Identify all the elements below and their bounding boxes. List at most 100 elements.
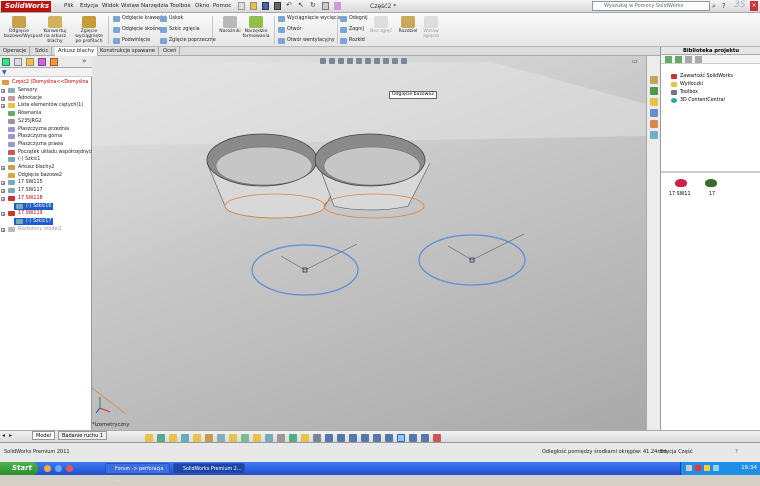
section-view-icon[interactable] bbox=[347, 58, 353, 64]
feature-tree-item[interactable]: Arkusz blachy2 bbox=[6, 164, 54, 171]
view-tool-icon[interactable] bbox=[373, 434, 381, 442]
view-tool-icon[interactable] bbox=[301, 434, 309, 442]
zoom-area-icon[interactable] bbox=[329, 58, 335, 64]
cross-break-button[interactable]: Zgięcie poprzeczne bbox=[160, 38, 216, 44]
feature-tree-item[interactable]: Równania bbox=[6, 110, 41, 117]
base-flange-button[interactable]: Odgięcie bazowe/Wyspust bbox=[4, 16, 43, 39]
feature-tree-item[interactable]: Lista elementów ciętych(1) bbox=[6, 102, 83, 109]
undo-icon[interactable]: ↶ bbox=[286, 2, 293, 10]
expand-toggle-icon[interactable]: + bbox=[1, 104, 5, 109]
custom-properties-icon[interactable] bbox=[650, 131, 658, 139]
display-manager-tab-icon[interactable] bbox=[50, 58, 58, 66]
edit-appearance-icon[interactable] bbox=[383, 58, 389, 64]
edge-flange-button[interactable]: Odgięcie krawędzi bbox=[113, 16, 166, 22]
previous-view-icon[interactable] bbox=[338, 58, 344, 64]
scroll-left-icon[interactable]: ◂ bbox=[2, 432, 5, 439]
insert-bends-button[interactable]: Wstaw zgięcia bbox=[416, 16, 446, 39]
add-to-library-icon[interactable] bbox=[685, 56, 692, 63]
flatten-button[interactable]: Rozkłd bbox=[340, 38, 365, 44]
help-icon[interactable]: ? bbox=[722, 2, 726, 10]
tab-ocen[interactable]: Oceń bbox=[160, 47, 181, 56]
menu-toolbox[interactable]: Toolbox bbox=[170, 3, 191, 9]
rebuild-icon[interactable]: ↻ bbox=[310, 2, 317, 10]
hem-button[interactable]: Podwinięcie bbox=[113, 38, 150, 44]
feature-tree-item[interactable]: S235JRG2 bbox=[6, 118, 42, 125]
view-tool-icon[interactable] bbox=[349, 434, 357, 442]
menu-plik[interactable]: Plik bbox=[64, 3, 74, 9]
open-icon[interactable] bbox=[250, 2, 257, 10]
view-tool-icon[interactable] bbox=[229, 434, 237, 442]
fold-button[interactable]: Zagnij bbox=[340, 27, 364, 33]
view-tool-icon[interactable] bbox=[361, 434, 369, 442]
quick-launch-icon[interactable] bbox=[66, 465, 73, 472]
hide-show-icon[interactable] bbox=[374, 58, 380, 64]
tray-icon[interactable] bbox=[713, 465, 719, 471]
file-properties-icon[interactable] bbox=[322, 2, 329, 10]
apply-scene-icon[interactable] bbox=[392, 58, 398, 64]
tab-model[interactable]: Model bbox=[32, 431, 56, 440]
forward-icon[interactable] bbox=[675, 56, 682, 63]
graphics-viewport[interactable]: ▭ bbox=[92, 56, 646, 430]
select-icon[interactable]: ↖ bbox=[298, 2, 305, 10]
menu-pomoc[interactable]: Pomoc bbox=[213, 3, 231, 9]
tab-konstrukcje-spawane[interactable]: Konstrukcje spawane bbox=[97, 47, 159, 56]
forming-tool-button[interactable]: Narzędzie formowania bbox=[241, 16, 271, 39]
lofted-bend-button[interactable]: Zgięcie wyciągnięte po profilach bbox=[74, 16, 104, 45]
viewport-minimize-icon[interactable]: ▭ bbox=[632, 58, 638, 65]
property-manager-tab-icon[interactable] bbox=[14, 58, 22, 66]
no-bends-button[interactable]: Bez zgięć bbox=[366, 16, 396, 34]
library-splitter[interactable] bbox=[661, 171, 760, 173]
panel-expand-icon[interactable]: » bbox=[82, 57, 86, 65]
view-tool-icon[interactable] bbox=[325, 434, 333, 442]
feature-tree-item[interactable]: 17 SW118 bbox=[6, 195, 43, 202]
feature-tree-item[interactable]: Adnotacje bbox=[6, 95, 42, 102]
part-thumbnail[interactable] bbox=[675, 179, 687, 187]
view-tool-icon[interactable] bbox=[217, 434, 225, 442]
dimxpert-tab-icon[interactable] bbox=[38, 58, 46, 66]
expand-toggle-icon[interactable]: + bbox=[1, 196, 5, 201]
feature-tree-item[interactable]: Początek układu współrzędnych bbox=[6, 149, 94, 156]
menu-wstaw[interactable]: Wstaw bbox=[121, 3, 139, 9]
feature-tree-item[interactable]: (-) Szkic1 bbox=[6, 156, 40, 163]
view-settings-icon[interactable] bbox=[401, 58, 407, 64]
tab-arkusz-blachy[interactable]: Arkusz blachy bbox=[55, 47, 99, 56]
taskbar-window-solidworks[interactable]: SolidWorks Premium 2... bbox=[173, 463, 245, 474]
add-folder-icon[interactable] bbox=[695, 56, 702, 63]
unfold-button[interactable]: Odegnij bbox=[340, 16, 368, 22]
expand-toggle-icon[interactable]: + bbox=[1, 89, 5, 94]
quick-launch-icon[interactable] bbox=[44, 465, 51, 472]
tray-icon[interactable] bbox=[704, 465, 710, 471]
status-help-icon[interactable]: ? bbox=[735, 449, 738, 455]
view-tool-icon[interactable] bbox=[409, 434, 417, 442]
menu-okno[interactable]: Okno bbox=[195, 3, 209, 9]
feature-tree-item[interactable]: Odgięcie bazowe2 bbox=[6, 172, 62, 179]
view-tool-icon[interactable] bbox=[289, 434, 297, 442]
print-icon[interactable] bbox=[274, 2, 281, 10]
quick-launch-icon[interactable] bbox=[55, 465, 62, 472]
view-tool-icon[interactable] bbox=[253, 434, 261, 442]
tab-operacje[interactable]: Operacje bbox=[0, 47, 31, 56]
feature-tree-item[interactable]: (-) Szkic16 bbox=[14, 202, 54, 210]
expand-toggle-icon[interactable]: + bbox=[1, 227, 5, 232]
tray-icon[interactable] bbox=[686, 465, 692, 471]
view-tool-icon[interactable] bbox=[157, 434, 165, 442]
design-library-icon[interactable] bbox=[650, 87, 658, 95]
menu-widok[interactable]: Widok bbox=[102, 3, 119, 9]
appearances-icon[interactable] bbox=[650, 120, 658, 128]
miter-flange-button[interactable]: Odgięcie skośne bbox=[113, 27, 161, 33]
feature-tree-item[interactable]: Sensory bbox=[6, 87, 37, 94]
expand-toggle-icon[interactable]: + bbox=[1, 189, 5, 194]
feature-tree-filter[interactable]: ▼ bbox=[0, 68, 92, 77]
menu-narzedzia[interactable]: Narzędzia bbox=[141, 3, 168, 9]
expand-toggle-icon[interactable]: + bbox=[1, 96, 5, 101]
view-palette-icon[interactable] bbox=[650, 109, 658, 117]
scroll-right-icon[interactable]: ▸ bbox=[9, 432, 12, 439]
options-icon[interactable] bbox=[334, 2, 341, 10]
start-button[interactable]: Start bbox=[0, 462, 38, 475]
library-item[interactable]: Zawartość SolidWorks bbox=[671, 73, 733, 80]
view-tool-icon[interactable] bbox=[169, 434, 177, 442]
expand-toggle-icon[interactable]: + bbox=[1, 181, 5, 186]
view-tool-icon[interactable] bbox=[433, 434, 441, 442]
view-tool-icon[interactable] bbox=[181, 434, 189, 442]
vent-button[interactable]: Otwór wentylacyjny bbox=[278, 38, 335, 44]
